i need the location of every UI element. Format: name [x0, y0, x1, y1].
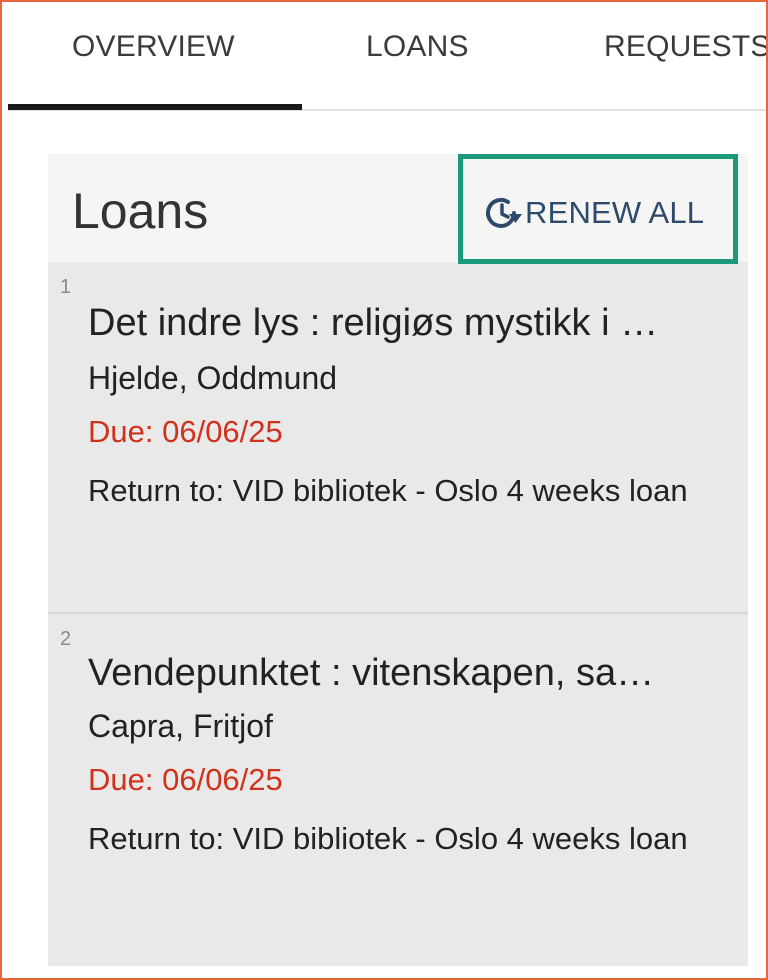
- tab-bar: OVERVIEW LOANS REQUESTS: [8, 0, 768, 111]
- loan-item: 2 Vendepunktet : vitenskapen, sa… Capra,…: [48, 612, 748, 966]
- clock-renew-icon: [486, 198, 522, 228]
- tab-loans[interactable]: LOANS: [366, 30, 469, 64]
- renew-all-button[interactable]: RENEW ALL: [481, 189, 704, 237]
- loan-due-date: Due: 06/06/25: [88, 762, 283, 797]
- loans-panel: Loans RENEW ALL 1 Det indre lys : religi…: [48, 154, 748, 966]
- panel-title: Loans: [72, 183, 209, 239]
- loan-title-link[interactable]: Vendepunktet : vitenskapen, sa…: [88, 652, 713, 695]
- tab-overview[interactable]: OVERVIEW: [72, 30, 235, 64]
- loan-index: 2: [60, 628, 72, 650]
- active-tab-indicator: [8, 104, 302, 110]
- renew-all-highlight: RENEW ALL: [458, 154, 738, 264]
- renew-all-label: RENEW ALL: [525, 195, 705, 230]
- loan-return-location: Return to: VID bibliotek - Oslo 4 weeks …: [88, 821, 688, 856]
- loan-item: 1 Det indre lys : religiøs mystikk i … H…: [48, 262, 748, 612]
- loan-return-location: Return to: VID bibliotek - Oslo 4 weeks …: [88, 473, 688, 508]
- loan-title-link[interactable]: Det indre lys : religiøs mystikk i …: [88, 302, 713, 345]
- loans-panel-header: Loans RENEW ALL: [48, 154, 748, 264]
- loan-index: 1: [60, 276, 72, 298]
- loan-author: Capra, Fritjof: [88, 708, 273, 744]
- tab-requests[interactable]: REQUESTS: [604, 30, 768, 64]
- loan-due-date: Due: 06/06/25: [88, 414, 283, 449]
- loan-author: Hjelde, Oddmund: [88, 360, 338, 396]
